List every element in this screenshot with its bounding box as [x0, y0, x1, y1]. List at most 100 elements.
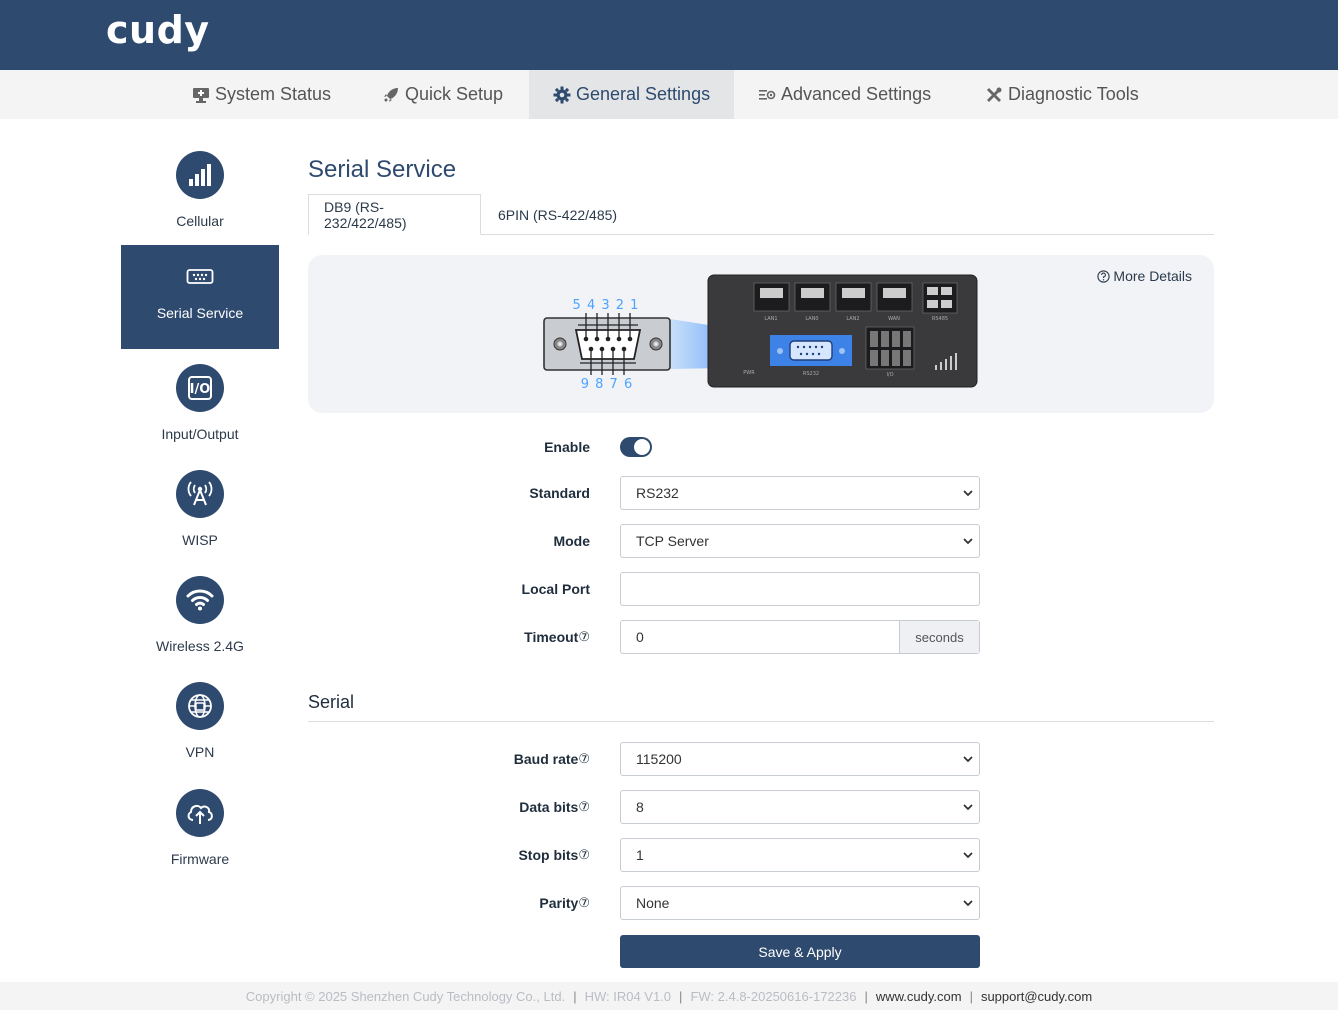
chevron-down-icon: [963, 804, 973, 811]
baud-rate-label-wrap: Baud rate ⑦: [514, 742, 590, 776]
footer-separator: |: [679, 988, 683, 1004]
standard-select[interactable]: RS232: [620, 476, 980, 510]
antenna-icon: [176, 470, 224, 518]
sidebar-item-vpn[interactable]: VPN: [121, 682, 279, 760]
sidebar-item-wisp[interactable]: WISP: [121, 470, 279, 548]
enable-toggle[interactable]: [620, 437, 652, 457]
footer-separator: |: [864, 988, 868, 1004]
local-port-row: Local Port: [308, 572, 1214, 606]
help-icon[interactable]: ⑦: [578, 751, 590, 767]
db9-connector-diagram: 5 4 3 2 1 9 8 7 6 LAN1 LAN0 LAN2 WAN RS4…: [543, 274, 978, 392]
chevron-down-icon: [963, 538, 973, 545]
parity-label-wrap: Parity ⑦: [539, 886, 590, 920]
baud-rate-select[interactable]: 115200: [620, 742, 980, 776]
footer-email-link[interactable]: support@cudy.com: [981, 989, 1092, 1004]
pins-bottom-label: 9 8 7 6: [581, 377, 633, 392]
port-tabs: DB9 (RS-232/422/485) 6PIN (RS-422/485): [308, 194, 1214, 235]
sidebar-item-cellular[interactable]: Cellular: [121, 151, 279, 229]
data-bits-select[interactable]: 8: [620, 790, 980, 824]
footer-separator: |: [573, 988, 577, 1004]
timeout-input[interactable]: 0 seconds: [620, 620, 980, 654]
help-icon[interactable]: ⑦: [578, 895, 590, 911]
chevron-down-icon: [963, 756, 973, 763]
parity-label: Parity: [539, 895, 579, 911]
tab-6pin[interactable]: 6PIN (RS-422/485): [483, 194, 632, 235]
pins-top-label: 5 4 3 2 1: [573, 298, 640, 313]
nav-label: Advanced Settings: [781, 84, 932, 104]
standard-label: Standard: [529, 485, 590, 501]
logo[interactable]: cudy: [106, 8, 210, 52]
local-port-label: Local Port: [521, 581, 590, 597]
gear-icon: [553, 86, 571, 103]
more-details-link[interactable]: More Details: [1097, 268, 1192, 284]
serial-port-icon: [186, 269, 214, 284]
nav-system-status[interactable]: System Status: [192, 70, 331, 119]
rocket-icon: [384, 87, 398, 102]
help-icon[interactable]: ⑦: [578, 847, 590, 863]
footer-copyright: Copyright © 2025 Shenzhen Cudy Technolog…: [245, 988, 566, 1004]
enable-row: Enable: [308, 430, 1214, 464]
nav-advanced-settings[interactable]: Advanced Settings: [758, 70, 931, 119]
signal-bars-icon: [176, 151, 224, 199]
sidebar-item-label: Firmware: [170, 851, 230, 867]
sidebar-item-label: Input/Output: [161, 426, 239, 442]
help-circle-icon: [1097, 269, 1111, 283]
stop-bits-label-wrap: Stop bits ⑦: [518, 838, 590, 872]
footer-fw: FW: 2.4.8-20250616-172236: [690, 988, 857, 1004]
sidebar-item-wireless-24g[interactable]: Wireless 2.4G: [121, 576, 279, 654]
cloud-upload-icon: [176, 789, 224, 837]
chevron-down-icon: [963, 852, 973, 859]
help-icon[interactable]: ⑦: [578, 799, 590, 815]
tab-db9[interactable]: DB9 (RS-232/422/485): [308, 194, 481, 235]
enable-label: Enable: [544, 439, 590, 455]
port-label: RS232: [803, 371, 819, 377]
serial-section-heading: Serial: [308, 692, 1214, 722]
data-bits-label-wrap: Data bits ⑦: [519, 790, 590, 824]
nav-label: System Status: [215, 84, 332, 104]
mode-row: Mode TCP Server: [308, 524, 1214, 558]
footer-hw: HW: IR04 V1.0: [584, 988, 672, 1004]
chevron-down-icon: [963, 900, 973, 907]
timeout-label: Timeout: [524, 629, 579, 645]
sidebar-item-label: Wireless 2.4G: [156, 638, 244, 654]
sidebar-item-input-output[interactable]: I/O Input/Output: [121, 364, 279, 442]
top-header: cudy: [0, 0, 1338, 70]
footer-separator: |: [969, 988, 973, 1004]
mode-select[interactable]: TCP Server: [620, 524, 980, 558]
standard-value: RS232: [636, 485, 679, 501]
parity-select[interactable]: None: [620, 886, 980, 920]
data-bits-label: Data bits: [519, 799, 579, 815]
footer-website-link[interactable]: www.cudy.com: [876, 989, 962, 1004]
nav-quick-setup[interactable]: Quick Setup: [382, 70, 503, 119]
stop-bits-select[interactable]: 1: [620, 838, 980, 872]
main-nav: System Status Quick Setup General Settin…: [0, 70, 1338, 119]
port-label: WAN: [888, 316, 900, 322]
mode-value: TCP Server: [636, 533, 709, 549]
parity-value: None: [636, 895, 670, 911]
standard-row: Standard RS232: [308, 476, 1214, 510]
timeout-value: 0: [636, 629, 644, 645]
timeout-label-wrap: Timeout ⑦: [524, 620, 590, 654]
port-label: LAN1: [764, 316, 777, 322]
sidebar-item-serial-service[interactable]: Serial Service: [121, 245, 279, 349]
mode-label: Mode: [553, 533, 590, 549]
stop-bits-value: 1: [636, 847, 644, 863]
sidebar-item-label: Serial Service: [156, 305, 244, 321]
save-apply-button[interactable]: Save & Apply: [620, 935, 980, 968]
port-label: PWR: [743, 370, 755, 376]
sidebar-item-firmware[interactable]: Firmware: [121, 789, 279, 867]
nav-label: General Settings: [576, 84, 711, 104]
more-details-label: More Details: [1113, 268, 1192, 284]
io-icon: I/O: [176, 364, 224, 412]
timeout-unit: seconds: [899, 621, 979, 653]
sliders-icon: [759, 89, 776, 100]
nav-general-settings[interactable]: General Settings: [529, 70, 734, 119]
toggle-knob: [634, 439, 650, 455]
port-label: RS485: [932, 316, 948, 322]
nav-diagnostic-tools[interactable]: Diagnostic Tools: [985, 70, 1139, 119]
svg-text:I/O: I/O: [190, 382, 211, 397]
chevron-down-icon: [963, 490, 973, 497]
sidebar-item-label: WISP: [182, 532, 218, 548]
help-icon[interactable]: ⑦: [578, 629, 590, 645]
local-port-input[interactable]: [620, 572, 980, 606]
